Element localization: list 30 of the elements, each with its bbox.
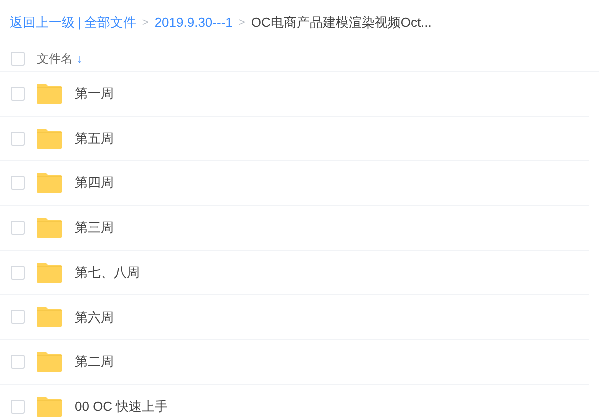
checkbox[interactable] bbox=[11, 354, 25, 369]
folder-name[interactable]: 第二周 bbox=[75, 352, 114, 372]
folder-name[interactable]: 第三周 bbox=[75, 218, 114, 238]
separator: | bbox=[78, 14, 82, 32]
folder-icon bbox=[36, 396, 63, 418]
checkbox[interactable] bbox=[11, 220, 25, 235]
folder-icon bbox=[36, 172, 63, 194]
checkbox[interactable] bbox=[11, 400, 25, 414]
folder-name[interactable]: 第一周 bbox=[75, 84, 114, 104]
folder-icon bbox=[36, 262, 63, 284]
chevron: > bbox=[142, 16, 149, 31]
folder-name[interactable]: 第五周 bbox=[75, 128, 114, 148]
folder-icon bbox=[36, 216, 63, 239]
column-header[interactable]: 文件名 bbox=[37, 50, 73, 68]
checkbox[interactable] bbox=[11, 86, 25, 101]
checkbox[interactable] bbox=[11, 132, 25, 146]
checkbox[interactable] bbox=[11, 310, 25, 324]
checkbox[interactable] bbox=[11, 52, 25, 66]
folder-name[interactable]: 第七、八周 bbox=[75, 262, 140, 282]
folder-icon bbox=[36, 350, 63, 373]
checkbox[interactable] bbox=[11, 266, 25, 280]
checkbox[interactable] bbox=[11, 176, 25, 190]
folder-name[interactable]: 第六周 bbox=[75, 308, 114, 328]
current-folder-title: OC电商产品建模渲染视频Oct... bbox=[251, 14, 432, 32]
folder-name[interactable]: 00 OC 快速上手 bbox=[75, 396, 168, 416]
chevron: > bbox=[238, 16, 246, 31]
folder-icon bbox=[36, 128, 63, 150]
folder-icon bbox=[36, 82, 63, 105]
folder-name[interactable]: 第四周 bbox=[75, 173, 114, 193]
folder-icon bbox=[36, 306, 63, 328]
